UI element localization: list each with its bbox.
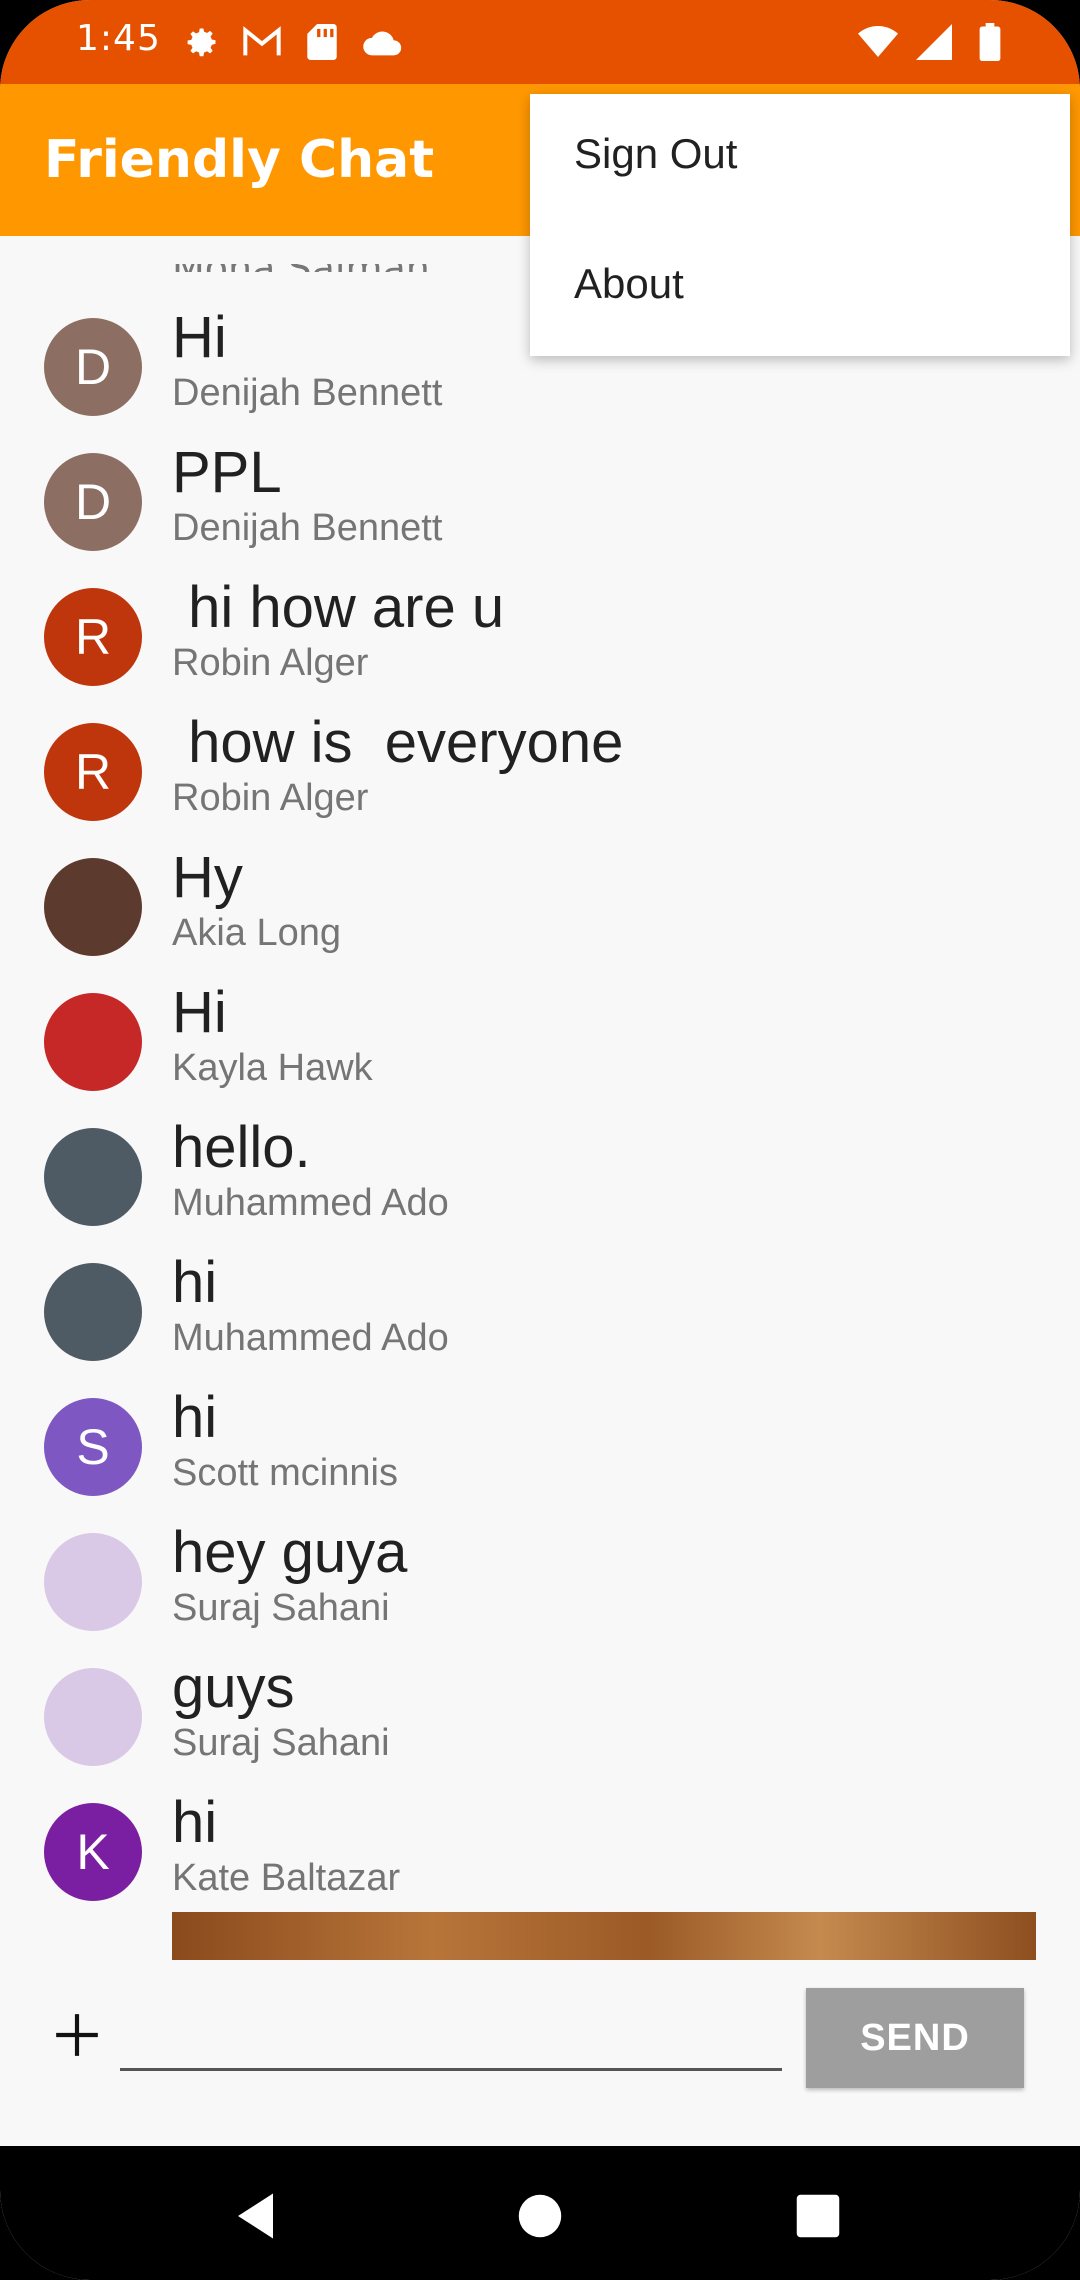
message-item[interactable]: Hi Kayla Hawk <box>0 971 1080 1106</box>
overflow-menu: Sign Out About <box>530 94 1070 356</box>
message-author: Kate Baltazar <box>172 1857 401 1899</box>
message-input[interactable] <box>120 2000 782 2071</box>
message-text: PPL <box>172 440 282 505</box>
sd-card-icon <box>302 22 342 62</box>
avatar <box>44 1668 142 1766</box>
back-icon[interactable] <box>228 2186 288 2246</box>
avatar: D <box>44 453 142 551</box>
avatar <box>44 1263 142 1361</box>
avatar: R <box>44 588 142 686</box>
avatar <box>44 1128 142 1226</box>
cloud-icon <box>362 22 402 62</box>
message-item[interactable]: hi Muhammed Ado <box>0 1241 1080 1376</box>
message-item[interactable]: guys Suraj Sahani <box>0 1646 1080 1781</box>
message-author: Robin Alger <box>172 777 369 819</box>
menu-item-sign-out[interactable]: Sign Out <box>530 94 1070 224</box>
message-author: Denijah Bennett <box>172 372 443 414</box>
menu-item-label: Sign Out <box>574 130 738 177</box>
avatar: R <box>44 723 142 821</box>
gear-icon <box>182 22 222 62</box>
message-author: Kayla Hawk <box>172 1047 373 1089</box>
partial-author-name: Mona Salman <box>172 264 430 272</box>
menu-item-about[interactable]: About <box>530 224 1070 354</box>
avatar <box>44 993 142 1091</box>
message-author: Akia Long <box>172 912 342 954</box>
message-author: Denijah Bennett <box>172 507 443 549</box>
signal-icon <box>914 22 954 62</box>
battery-icon <box>970 22 1010 62</box>
message-text: hi <box>172 1385 218 1450</box>
avatar <box>44 858 142 956</box>
composer-bar: SEND <box>0 1960 1080 2088</box>
recents-icon[interactable] <box>788 2186 848 2246</box>
menu-item-label: About <box>574 260 684 307</box>
message-text: Hi <box>172 305 227 370</box>
message-item[interactable]: Khi Kate Baltazar <box>0 1781 1080 1916</box>
navigation-bar <box>0 2146 1080 2280</box>
message-author: Robin Alger <box>172 642 369 684</box>
home-icon[interactable] <box>510 2186 570 2246</box>
message-list[interactable]: Mona Salman DHiDenijah BennettDPPLDenija… <box>0 236 1080 1980</box>
status-bar: 1:45 <box>0 0 1080 84</box>
message-text: hi how are u <box>172 575 505 640</box>
message-author: Muhammed Ado <box>172 1317 449 1359</box>
message-text: Hi <box>172 980 227 1045</box>
avatar: D <box>44 318 142 416</box>
message-item[interactable]: hey guya Suraj Sahani <box>0 1511 1080 1646</box>
message-item[interactable]: hello. Muhammed Ado <box>0 1106 1080 1241</box>
message-author: Suraj Sahani <box>172 1587 390 1629</box>
message-text: hey guya <box>172 1520 408 1585</box>
avatar: K <box>44 1803 142 1901</box>
message-item[interactable]: Shi Scott mcinnis <box>0 1376 1080 1511</box>
message-author: Muhammed Ado <box>172 1182 449 1224</box>
message-item[interactable]: R hi how are u Robin Alger <box>0 566 1080 701</box>
send-button[interactable]: SEND <box>806 1988 1024 2088</box>
avatar <box>44 1533 142 1631</box>
message-item[interactable]: Hy Akia Long <box>0 836 1080 971</box>
message-author: Suraj Sahani <box>172 1722 390 1764</box>
status-time: 1:45 <box>76 18 161 59</box>
phone-screen: 1:45 Friendly Chat D Hi Denijah Bennett … <box>0 0 1080 2280</box>
message-text: guys <box>172 1655 295 1720</box>
message-text: hello. <box>172 1115 311 1180</box>
app-title: Friendly Chat <box>44 130 435 190</box>
add-icon[interactable] <box>52 2010 102 2060</box>
avatar: S <box>44 1398 142 1496</box>
message-text: how is everyone <box>172 710 624 775</box>
message-text: hi <box>172 1790 218 1855</box>
message-text: Hy <box>172 845 243 910</box>
message-item[interactable]: R how is everyone Robin Alger <box>0 701 1080 836</box>
gmail-icon <box>242 22 282 62</box>
message-text: hi <box>172 1250 218 1315</box>
message-item[interactable]: D PPL Denijah Bennett <box>0 431 1080 566</box>
message-author: Scott mcinnis <box>172 1452 398 1494</box>
wifi-icon <box>858 22 898 62</box>
